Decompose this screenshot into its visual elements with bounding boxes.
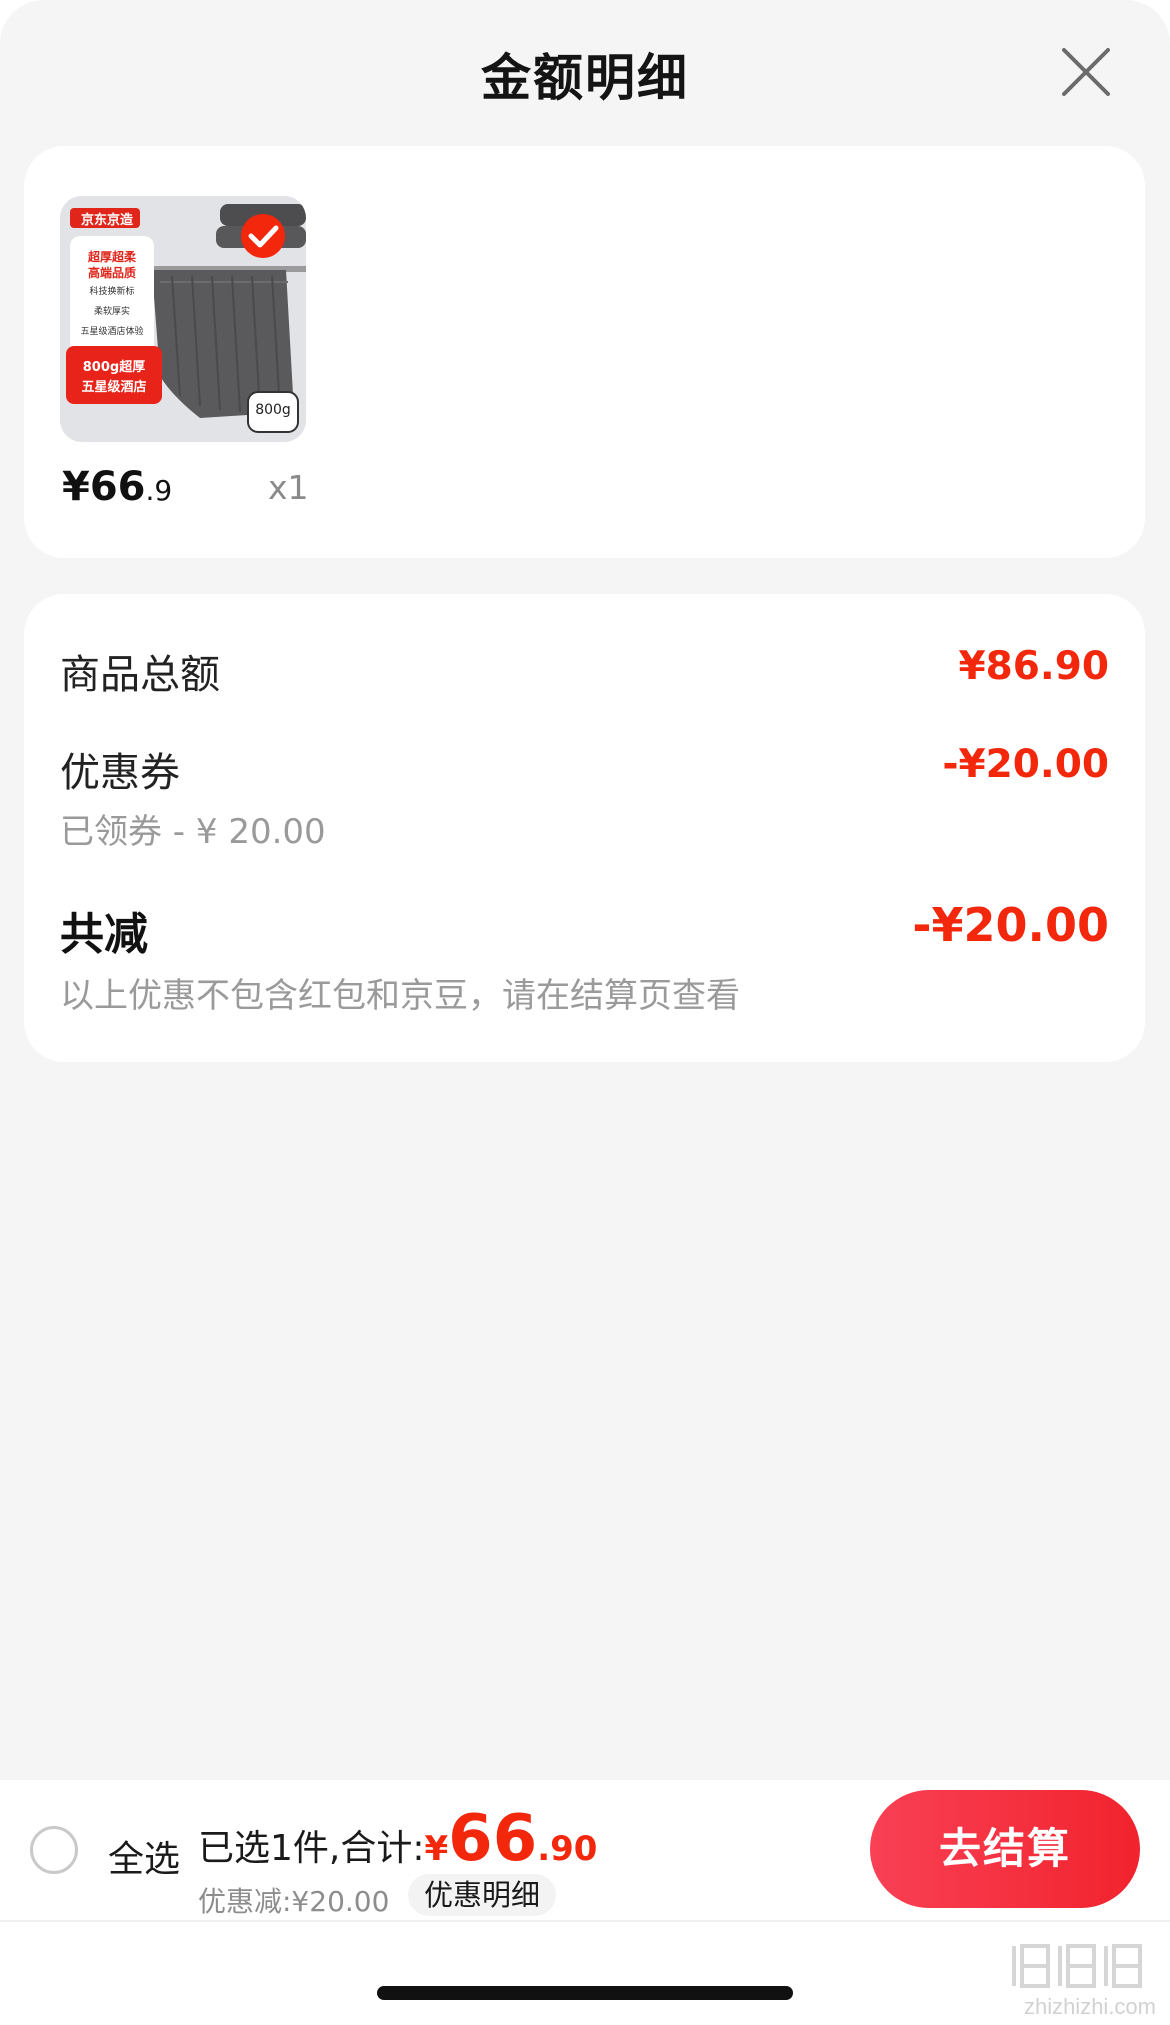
sheet-title: 金额明细 bbox=[481, 49, 689, 107]
amount-detail-sheet: 金额明细 京东京造 超厚超柔 高端品质 科技换新标 柔软厚实 五星级酒店体验 8… bbox=[0, 0, 1170, 2025]
image-feature-2: 柔软厚实 bbox=[93, 307, 130, 317]
select-all-label[interactable]: 全选 bbox=[108, 1830, 180, 1882]
product-price: ¥66.9 bbox=[62, 464, 172, 510]
image-feature-1: 科技换新标 bbox=[89, 287, 135, 297]
product-card: 京东京造 超厚超柔 高端品质 科技换新标 柔软厚实 五星级酒店体验 800g超厚… bbox=[24, 146, 1145, 558]
coupon-value: -¥20.00 bbox=[942, 742, 1109, 787]
image-promo-2: 五星级酒店 bbox=[81, 380, 147, 395]
coupon-label: 优惠券 bbox=[60, 750, 180, 796]
image-weight-label: 800g bbox=[255, 402, 291, 418]
total-discount-label: 共减 bbox=[60, 909, 148, 960]
checkout-button[interactable]: 去结算 bbox=[870, 1790, 1140, 1908]
select-all-radio[interactable] bbox=[30, 1826, 78, 1874]
close-button[interactable] bbox=[1060, 46, 1112, 98]
goods-total-label: 商品总额 bbox=[60, 652, 220, 698]
watermark-text: zhizhizhi.com bbox=[1023, 1994, 1156, 2019]
product-price-main: ¥66 bbox=[62, 464, 146, 510]
total-summary: 已选1件,合计:¥66.90 bbox=[198, 1802, 597, 1876]
total-yen: ¥ bbox=[424, 1829, 449, 1869]
image-promo-1: 800g超厚 bbox=[82, 360, 146, 375]
selected-count-text: 已选1件,合计: bbox=[198, 1828, 425, 1869]
divider bbox=[0, 1920, 1170, 1922]
product-quantity: x1 bbox=[268, 468, 309, 507]
total-dec: .90 bbox=[537, 1829, 598, 1869]
image-tagline-2: 高端品质 bbox=[87, 266, 136, 280]
discount-detail-button[interactable]: 优惠明细 bbox=[408, 1874, 557, 1916]
home-indicator bbox=[377, 1986, 793, 2000]
product-price-decimal: .9 bbox=[145, 474, 173, 507]
image-feature-3: 五星级酒店体验 bbox=[80, 327, 144, 337]
discount-text: 优惠减:¥20.00 bbox=[198, 1885, 390, 1918]
image-tagline-1: 超厚超柔 bbox=[87, 250, 136, 264]
close-icon bbox=[1062, 48, 1110, 96]
coupon-sub: 已领券 - ¥ 20.00 bbox=[60, 812, 326, 852]
total-int: 66 bbox=[448, 1802, 538, 1876]
discount-note: 以上优惠不包含红包和京豆，请在结算页查看 bbox=[60, 976, 740, 1016]
watermark-logo bbox=[1012, 1944, 1142, 1988]
total-discount-value: -¥20.00 bbox=[912, 898, 1109, 952]
image-brand-badge: 京东京造 bbox=[80, 213, 133, 228]
product-thumbnail[interactable]: 京东京造 超厚超柔 高端品质 科技换新标 柔软厚实 五星级酒店体验 800g超厚… bbox=[60, 196, 306, 442]
amount-detail-card: 商品总额 ¥86.90 优惠券 -¥20.00 已领券 - ¥ 20.00 共减… bbox=[24, 594, 1145, 1062]
goods-total-value: ¥86.90 bbox=[958, 644, 1110, 689]
